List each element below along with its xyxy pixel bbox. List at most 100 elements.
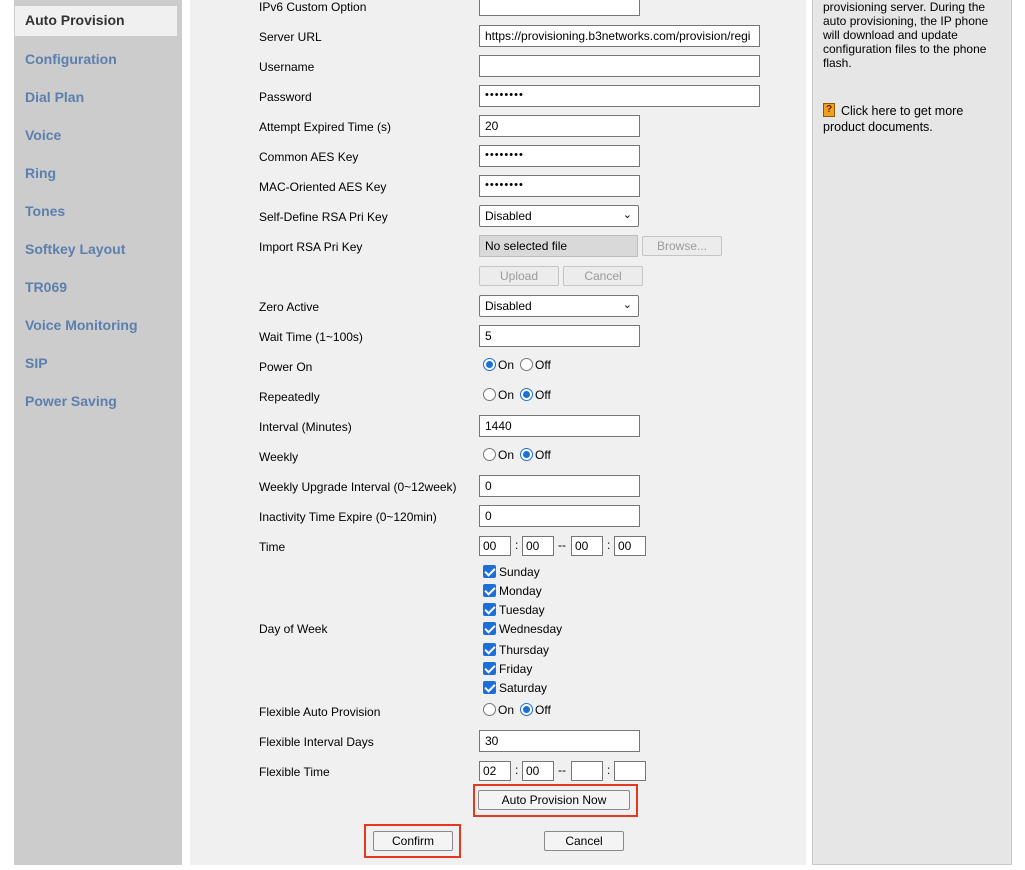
checkbox-checked-icon [483,565,496,578]
sidebar-item-tr069[interactable]: TR069 [25,279,67,295]
username-input[interactable] [479,55,760,77]
time-colon: : [607,538,611,552]
sidebar-item-ring[interactable]: Ring [25,165,56,181]
power-on-label: Power On [259,360,313,374]
common-aes-key-label: Common AES Key [259,150,359,164]
time-end-hour-input[interactable]: 00 [571,536,603,556]
common-aes-key-input[interactable]: •••••••• [479,145,640,167]
cancel-button[interactable]: Cancel [544,831,624,851]
flexible-time-end-hour-input[interactable] [571,761,603,781]
sidebar-item-power-saving[interactable]: Power Saving [25,393,117,409]
day-tuesday-checkbox[interactable]: Tuesday [483,603,545,617]
rsa-pri-key-label: Self-Define RSA Pri Key [259,210,388,224]
sidebar-item-softkey-layout[interactable]: Softkey Layout [25,241,125,257]
zero-active-select[interactable]: Disabled ⌄ [479,295,639,317]
day-thursday-checkbox[interactable]: Thursday [483,643,549,657]
day-wednesday-checkbox[interactable]: Wednesday [483,622,562,636]
day-label: Friday [499,662,533,676]
time-end-minute-input[interactable]: 00 [614,536,646,556]
weekly-off-radio[interactable] [520,448,534,461]
radio-on-label: On [498,448,515,462]
weekly-upgrade-interval-label: Weekly Upgrade Interval (0~12week) [259,480,457,494]
repeatedly-label: Repeatedly [259,390,320,404]
weekly-on-radio[interactable] [483,448,496,461]
inactivity-time-label: Inactivity Time Expire (0~120min) [259,510,437,524]
flexible-time-start-minute-input[interactable]: 00 [522,761,554,781]
sidebar-item-tones[interactable]: Tones [25,203,65,219]
repeatedly-on-radio[interactable] [483,388,496,401]
day-label: Thursday [499,643,550,657]
sidebar-item-configuration[interactable]: Configuration [25,51,117,67]
flexible-time-start-hour-input[interactable]: 02 [479,761,511,781]
upload-cancel-button[interactable]: Cancel [563,266,643,286]
day-monday-checkbox[interactable]: Monday [483,584,542,598]
power-on-off-radio[interactable] [520,358,534,371]
mac-aes-key-label: MAC-Oriented AES Key [259,180,387,194]
flexible-time-end-minute-input[interactable] [614,761,646,781]
radio-off-label: Off [535,448,551,462]
server-url-label: Server URL [259,30,322,44]
sidebar-item-auto-provision[interactable]: Auto Provision [15,6,177,36]
help-link[interactable]: Click here to get more product documents… [823,102,1003,135]
interval-label: Interval (Minutes) [259,420,352,434]
radio-off-label: Off [535,358,551,372]
weekly-radio-group: On Off [483,448,557,462]
checkbox-checked-icon [483,603,496,616]
rsa-pri-key-select-value: Disabled [485,209,532,223]
zero-active-label: Zero Active [259,300,320,314]
checkbox-checked-icon [483,643,496,656]
flexible-time-label: Flexible Time [259,765,330,779]
day-of-week-label: Day of Week [259,622,328,636]
day-friday-checkbox[interactable]: Friday [483,662,532,676]
interval-input[interactable]: 1440 [479,415,640,437]
help-link-text[interactable]: Click here to get more product documents… [823,104,963,134]
day-sunday-checkbox[interactable]: Sunday [483,565,540,579]
radio-on-label: On [498,388,515,402]
time-colon: : [607,763,611,777]
upload-button[interactable]: Upload [479,266,559,286]
day-label: Wednesday [499,622,563,636]
inactivity-time-input[interactable]: 0 [479,505,640,527]
time-start-hour-input[interactable]: 00 [479,536,511,556]
sidebar-item-voice[interactable]: Voice [25,127,61,143]
day-label: Sunday [499,565,540,579]
mac-aes-key-input[interactable]: •••••••• [479,175,640,197]
attempt-expired-label: Attempt Expired Time (s) [259,120,392,134]
repeatedly-radio-group: On Off [483,388,557,402]
flexible-interval-days-label: Flexible Interval Days [259,735,374,749]
flexible-off-radio[interactable] [520,703,534,716]
confirm-button[interactable]: Confirm [373,831,453,851]
book-icon [823,102,835,118]
weekly-upgrade-interval-input[interactable]: 0 [479,475,640,497]
import-rsa-file-field[interactable]: No selected file [479,235,638,257]
attempt-expired-input[interactable]: 20 [479,115,640,137]
ipv6-custom-option-input[interactable] [479,0,640,16]
power-on-radio-group: On Off [483,358,557,372]
time-dash: -- [558,763,566,777]
time-colon: : [515,763,519,777]
checkbox-checked-icon [483,584,496,597]
chevron-down-icon: ⌄ [622,209,632,221]
day-label: Monday [499,584,542,598]
day-saturday-checkbox[interactable]: Saturday [483,681,547,695]
flexible-interval-days-input[interactable]: 30 [479,730,640,752]
browse-button[interactable]: Browse... [642,236,722,256]
checkbox-checked-icon [483,662,496,675]
sidebar-item-voice-monitoring[interactable]: Voice Monitoring [25,317,138,333]
rsa-pri-key-select[interactable]: Disabled ⌄ [479,205,639,227]
time-dash: -- [558,538,566,552]
sidebar-item-dial-plan[interactable]: Dial Plan [25,89,84,105]
flexible-on-radio[interactable] [483,703,496,716]
time-start-minute-input[interactable]: 00 [522,536,554,556]
server-url-input[interactable]: https://provisioning.b3networks.com/prov… [479,25,760,47]
sidebar-item-sip[interactable]: SIP [25,355,48,371]
wait-time-input[interactable]: 5 [479,325,640,347]
repeatedly-off-radio[interactable] [520,388,534,401]
password-input[interactable]: •••••••• [479,85,760,107]
auto-provision-now-button[interactable]: Auto Provision Now [478,790,630,810]
power-on-on-radio[interactable] [483,358,496,371]
help-text: provisioning server. During the auto pro… [823,0,989,70]
day-label: Saturday [499,681,548,695]
time-label: Time [259,540,286,554]
ipv6-custom-option-label: IPv6 Custom Option [259,0,367,14]
